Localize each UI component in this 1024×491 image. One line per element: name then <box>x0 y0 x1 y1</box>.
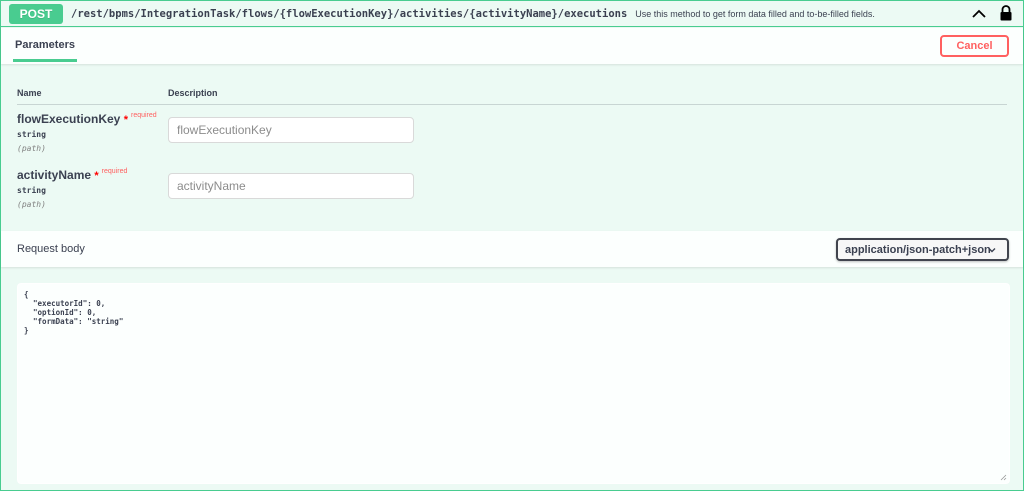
operation-summary[interactable]: POST /rest/bpms/IntegrationTask/flows/{f… <box>1 1 1023 27</box>
lock-icon[interactable] <box>999 5 1013 21</box>
chevron-down-icon <box>988 248 996 253</box>
parameters-header: Parameters Cancel <box>1 28 1023 64</box>
parameter-type: string <box>17 186 46 195</box>
http-method-badge: POST <box>9 3 63 24</box>
parameter-name-text: flowExecutionKey <box>17 112 121 126</box>
parameter-location: (path) <box>17 144 46 153</box>
resize-grip-icon[interactable] <box>1000 474 1007 481</box>
parameter-type: string <box>17 130 46 139</box>
required-star: * <box>123 114 128 126</box>
request-body-editor[interactable]: { "executorId": 0, "optionId": 0, "formD… <box>17 283 1010 484</box>
endpoint-path: /rest/bpms/IntegrationTask/flows/{flowEx… <box>71 7 628 20</box>
parameter-name-text: activityName <box>17 168 92 182</box>
activity-name-input[interactable] <box>168 173 414 199</box>
tab-parameters[interactable]: Parameters <box>13 36 77 62</box>
parameter-name: flowExecutionKey * required <box>17 112 157 126</box>
parameter-location: (path) <box>17 200 46 209</box>
column-header-description: Description <box>168 88 218 98</box>
request-body-title: Request body <box>17 243 85 255</box>
endpoint-description: Use this method to get form data filled … <box>635 8 875 19</box>
request-body-text[interactable]: { "executorId": 0, "optionId": 0, "formD… <box>24 290 123 335</box>
operation-block-post: POST /rest/bpms/IntegrationTask/flows/{f… <box>0 0 1024 491</box>
parameter-name: activityName * required <box>17 168 127 182</box>
content-type-value: application/json-patch+json <box>845 243 991 256</box>
required-label: required <box>130 112 157 119</box>
required-label: required <box>101 168 128 175</box>
required-star: * <box>94 170 99 182</box>
request-body-header: Request body application/json-patch+json <box>1 231 1023 267</box>
cancel-button[interactable]: Cancel <box>940 35 1009 57</box>
parameters-table: Name Description flowExecutionKey * requi… <box>17 64 1007 230</box>
content-type-select[interactable]: application/json-patch+json <box>836 238 1009 261</box>
chevron-up-icon[interactable] <box>971 6 987 22</box>
column-header-name: Name <box>17 88 42 98</box>
table-header-divider <box>17 104 1007 105</box>
flow-execution-key-input[interactable] <box>168 117 414 143</box>
